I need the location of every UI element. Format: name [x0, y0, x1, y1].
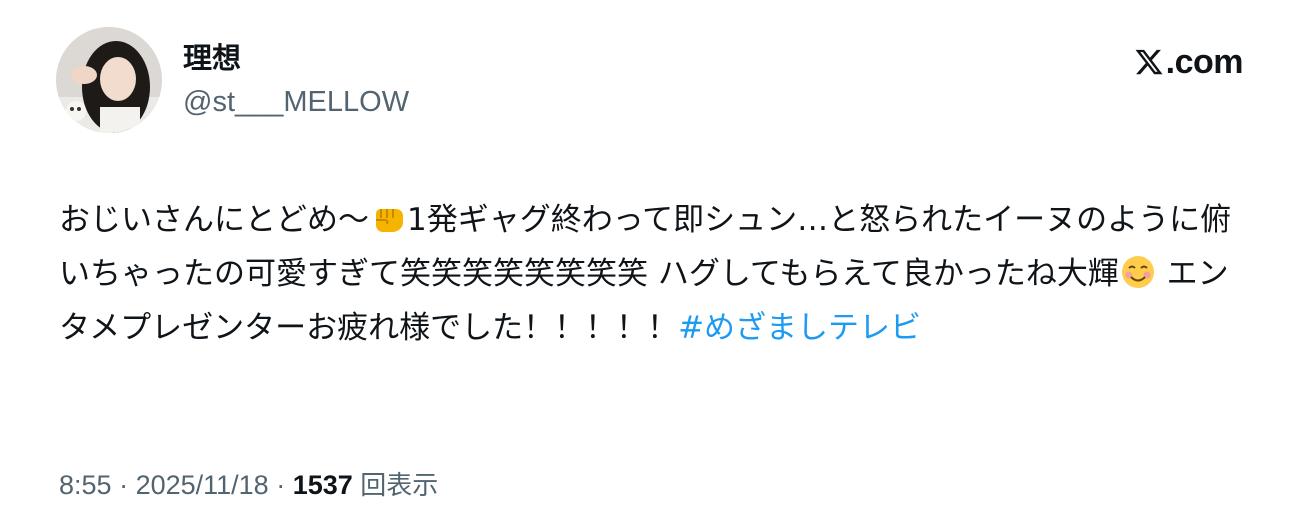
meta-separator: · [268, 470, 293, 500]
views-count: 1537 [292, 470, 353, 500]
fist-emoji [376, 209, 403, 232]
tweet-card: 理想 @st___MELLOW .com おじいさんにとどめ〜 1発ギャグ終わって… [0, 0, 1305, 531]
smiling-face-emoji [1121, 256, 1154, 288]
x-logo-icon [1135, 49, 1163, 75]
display-name[interactable]: 理想 [183, 40, 241, 76]
brand-label: .com [1165, 42, 1244, 81]
hashtag-link[interactable]: #めざましテレビ [678, 310, 921, 346]
tweet-date[interactable]: 2025/11/18 [136, 470, 269, 500]
meta-separator: · [111, 470, 136, 500]
tweet-meta: 8:55 · 2025/11/18 · 1537 回表示 [59, 465, 438, 506]
user-handle[interactable]: @st___MELLOW [183, 84, 409, 120]
avatar[interactable] [56, 27, 162, 133]
tweet-text-part: おじいさんにとどめ〜 [59, 202, 369, 238]
brand-logo[interactable]: .com [1134, 42, 1244, 82]
tweet-time[interactable]: 8:55 [59, 470, 112, 500]
avatar-image [56, 27, 162, 133]
tweet-text: おじいさんにとどめ〜 1発ギャグ終わって即シュン…と怒られたイーヌのように俯いちゃ… [59, 193, 1249, 355]
views-label: 回表示 [360, 471, 439, 501]
